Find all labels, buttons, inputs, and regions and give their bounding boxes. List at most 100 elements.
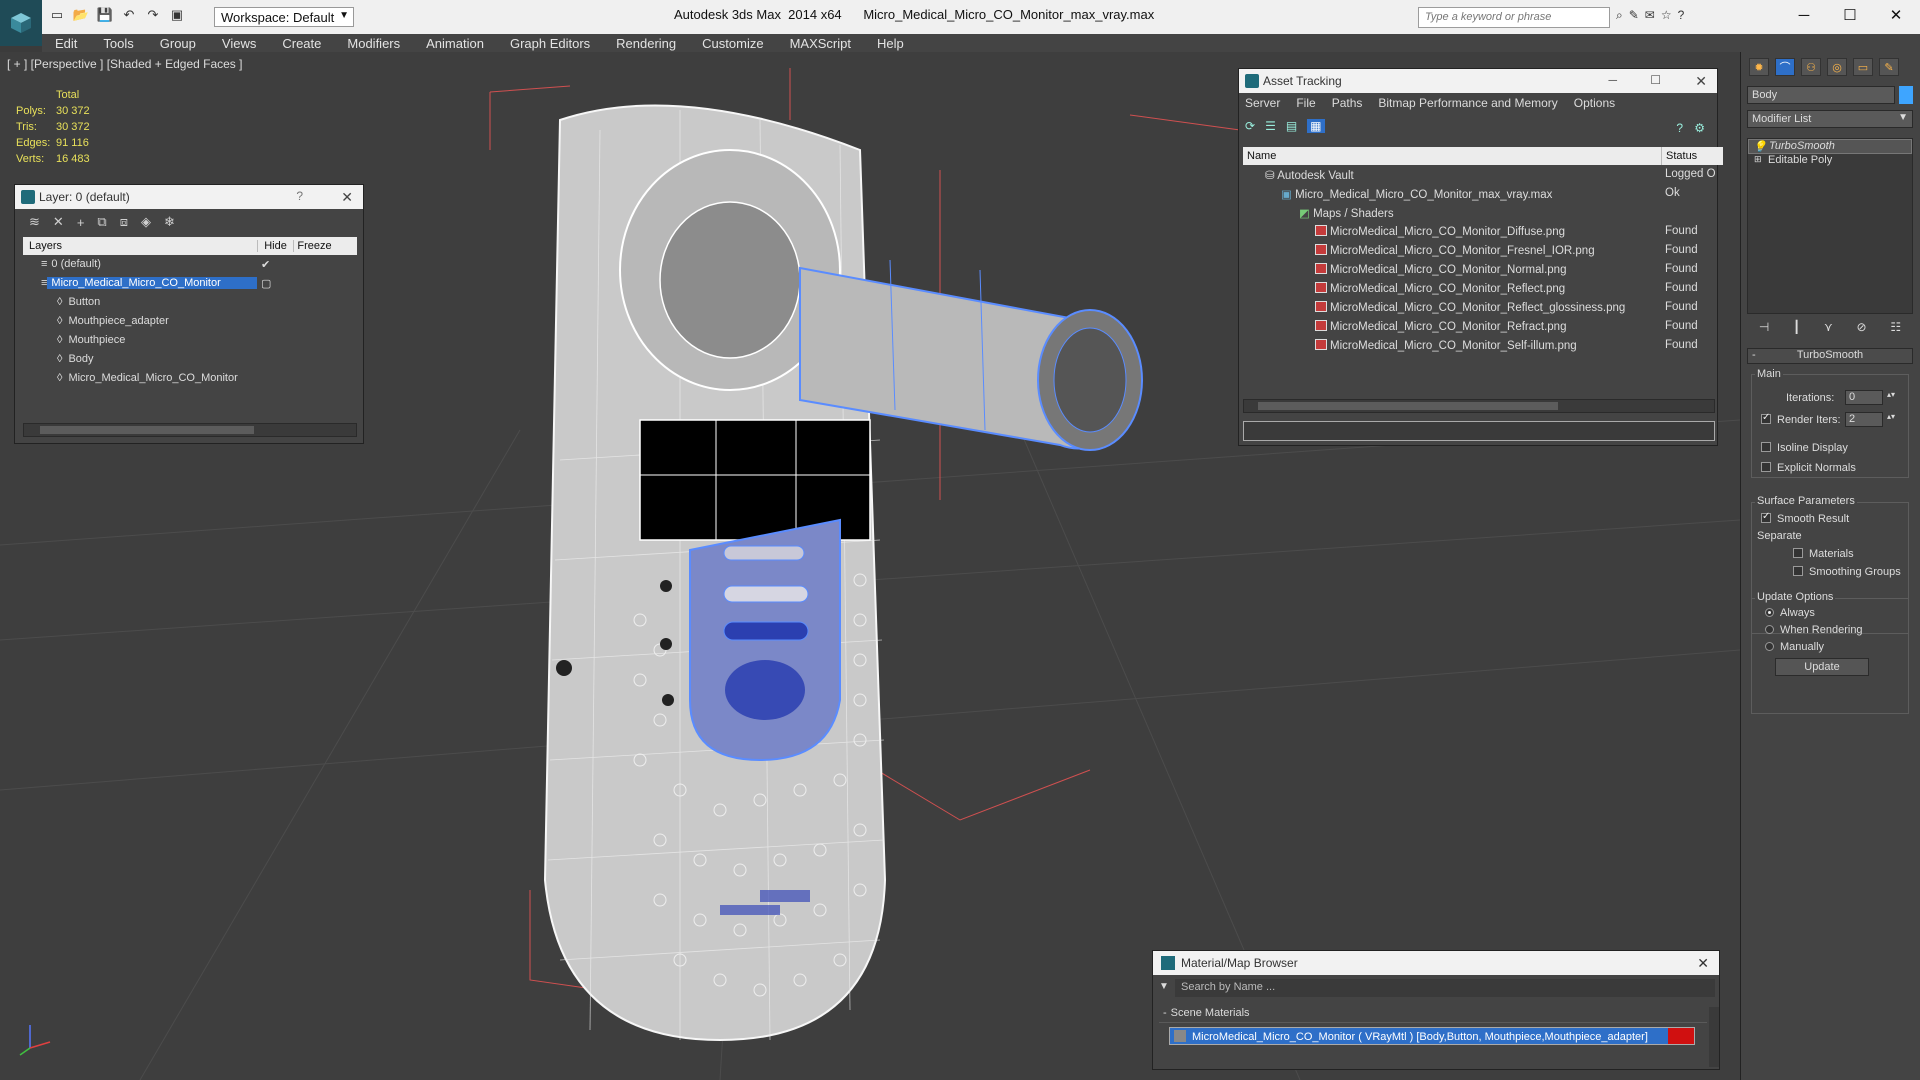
manually-radio[interactable]: Manually <box>1765 641 1824 653</box>
menu-animation[interactable]: Animation <box>413 36 497 51</box>
layer-row[interactable]: ◊ Micro_Medical_Micro_CO_Monitor <box>23 369 357 387</box>
menu-views[interactable]: Views <box>209 36 269 51</box>
vault-help-icon[interactable]: ? <box>1676 121 1683 135</box>
scene-material-item[interactable]: MicroMedical_Micro_CO_Monitor ( VRayMtl … <box>1169 1027 1695 1045</box>
asset-row[interactable]: MicroMedical_Micro_CO_Monitor_Refract.pn… <box>1243 317 1723 336</box>
list-view-icon[interactable]: ☰ <box>1265 119 1276 133</box>
project-folder-icon[interactable]: ▣ <box>168 6 186 24</box>
asset-row[interactable]: MicroMedical_Micro_CO_Monitor_Reflect_gl… <box>1243 298 1723 317</box>
thumbnail-view-icon[interactable]: ▤ <box>1286 119 1297 133</box>
layer-row[interactable]: ◊ Mouthpiece <box>23 331 357 349</box>
create-tab-icon[interactable]: ✹ <box>1749 58 1769 76</box>
asset-row[interactable]: ▣ Micro_Medical_Micro_CO_Monitor_max_vra… <box>1243 184 1723 203</box>
layer-manager-title-bar[interactable]: Layer: 0 (default) ? ✕ <box>15 185 363 209</box>
favorites-icon[interactable]: ☆ <box>1661 8 1672 23</box>
smooth-result-checkbox[interactable]: Smooth Result <box>1761 511 1849 525</box>
maximize-button[interactable]: ☐ <box>1832 4 1868 26</box>
help-icon[interactable]: ? <box>1678 8 1685 23</box>
undo-icon[interactable]: ↶ <box>120 6 138 24</box>
search-input[interactable]: Type a keyword or phrase <box>1418 7 1610 28</box>
spinner-arrows-icon[interactable]: ▴▾ <box>1887 412 1895 421</box>
material-search-input[interactable]: Search by Name ... <box>1175 979 1715 997</box>
menu-modifiers[interactable]: Modifiers <box>334 36 413 51</box>
scene-materials-header[interactable]: - Scene Materials <box>1159 1007 1707 1023</box>
asset-row[interactable]: MicroMedical_Micro_CO_Monitor_Normal.png… <box>1243 260 1723 279</box>
hide-all-icon[interactable]: ◈ <box>141 214 151 230</box>
layer-row[interactable]: ≡ Micro_Medical_Micro_CO_Monitor ▢ <box>23 274 357 292</box>
minimize-icon[interactable]: ─ <box>1608 73 1617 87</box>
select-objects-icon[interactable]: ⧉ <box>97 214 106 230</box>
refresh-icon[interactable]: ⟳ <box>1245 119 1255 133</box>
modifier-list-dropdown[interactable]: Modifier List ▼ <box>1747 110 1913 128</box>
close-icon[interactable]: ✕ <box>341 189 353 206</box>
vault-settings-icon[interactable]: ⚙ <box>1694 121 1705 135</box>
asset-tracking-title-bar[interactable]: Asset Tracking ─ ☐ ✕ <box>1239 69 1717 93</box>
add-layer-icon[interactable]: + <box>77 215 85 230</box>
col-freeze[interactable]: Freeze <box>293 240 335 252</box>
asset-path-field[interactable] <box>1243 421 1715 441</box>
col-layers[interactable]: Layers <box>23 240 257 252</box>
horizontal-scrollbar[interactable] <box>1243 399 1715 413</box>
scrollbar-thumb[interactable] <box>40 426 254 434</box>
col-hide[interactable]: Hide <box>257 240 293 252</box>
communication-icon[interactable]: ✉ <box>1645 8 1655 23</box>
modify-tab-icon[interactable]: ⌒ <box>1775 58 1795 76</box>
asset-menu-bitmap-performance[interactable]: Bitmap Performance and Memory <box>1378 96 1557 110</box>
close-icon[interactable]: ✕ <box>1697 955 1709 972</box>
table-view-icon[interactable]: ▦ <box>1307 119 1325 133</box>
menu-edit[interactable]: Edit <box>42 36 90 51</box>
material-browser-title-bar[interactable]: Material/Map Browser ✕ <box>1153 951 1719 975</box>
motion-tab-icon[interactable]: ◎ <box>1827 58 1847 76</box>
asset-row[interactable]: ⛁ Autodesk Vault Logged O <box>1243 165 1723 184</box>
smoothing-groups-checkbox[interactable]: Smoothing Groups <box>1793 566 1901 578</box>
close-button[interactable]: ✕ <box>1878 4 1914 26</box>
app-logo-button[interactable] <box>0 0 42 46</box>
asset-menu-file[interactable]: File <box>1296 96 1315 110</box>
expand-icon[interactable]: ⊞ <box>1754 154 1762 165</box>
menu-rendering[interactable]: Rendering <box>603 36 689 51</box>
subscription-icon[interactable]: ✎ <box>1629 8 1639 23</box>
vertical-scrollbar[interactable] <box>1709 1007 1719 1067</box>
when-rendering-radio[interactable]: When Rendering <box>1765 624 1863 636</box>
turbosmooth-rollout-header[interactable]: - TurboSmooth <box>1747 348 1913 364</box>
layer-row[interactable]: ◊ Body <box>23 350 357 368</box>
asset-row[interactable]: MicroMedical_Micro_CO_Monitor_Self-illum… <box>1243 336 1723 355</box>
modifier-stack-item[interactable]: 💡 TurboSmooth <box>1748 139 1912 154</box>
redo-icon[interactable]: ↷ <box>144 6 162 24</box>
hierarchy-tab-icon[interactable]: ⚇ <box>1801 58 1821 76</box>
workspace-dropdown[interactable]: Workspace: Default ▼ <box>214 7 354 27</box>
asset-menu-paths[interactable]: Paths <box>1332 96 1363 110</box>
spinner-arrows-icon[interactable]: ▴▾ <box>1887 390 1895 399</box>
scrollbar-thumb[interactable] <box>1258 402 1558 410</box>
pin-stack-icon[interactable]: ⊣ <box>1759 320 1769 334</box>
materials-checkbox[interactable]: Materials <box>1793 548 1854 560</box>
utilities-tab-icon[interactable]: ✎ <box>1879 58 1899 76</box>
binoculars-icon[interactable]: ⌕ <box>1616 8 1623 23</box>
close-icon[interactable]: ✕ <box>1695 73 1707 90</box>
menu-customize[interactable]: Customize <box>689 36 776 51</box>
explicit-normals-checkbox[interactable]: Explicit Normals <box>1761 462 1856 474</box>
asset-menu-server[interactable]: Server <box>1245 96 1280 110</box>
checkbox-icon[interactable]: ▢ <box>261 277 271 290</box>
layer-row[interactable]: ◊ Button <box>23 293 357 311</box>
menu-tools[interactable]: Tools <box>90 36 146 51</box>
open-file-icon[interactable]: 📂 <box>72 6 90 24</box>
menu-group[interactable]: Group <box>147 36 209 51</box>
horizontal-scrollbar[interactable] <box>23 423 357 437</box>
new-file-icon[interactable]: ▭ <box>48 6 66 24</box>
menu-maxscript[interactable]: MAXScript <box>777 36 864 51</box>
isoline-display-checkbox[interactable]: Isoline Display <box>1761 442 1848 454</box>
make-unique-icon[interactable]: ⋎ <box>1824 320 1833 334</box>
show-end-result-icon[interactable]: ┃ <box>1793 320 1800 334</box>
delete-layer-icon[interactable]: ✕ <box>53 214 64 230</box>
object-color-swatch[interactable] <box>1899 86 1913 104</box>
bulb-icon[interactable]: 💡 <box>1753 140 1767 153</box>
browser-options-icon[interactable]: ▼ <box>1159 981 1169 992</box>
col-status[interactable]: Status <box>1661 147 1701 165</box>
help-icon[interactable]: ? <box>296 189 303 203</box>
viewport-label[interactable]: [ + ] [Perspective ] [Shaded + Edged Fac… <box>7 57 242 71</box>
asset-row[interactable]: MicroMedical_Micro_CO_Monitor_Reflect.pn… <box>1243 279 1723 298</box>
menu-graph-editors[interactable]: Graph Editors <box>497 36 603 51</box>
configure-modifier-sets-icon[interactable]: ☷ <box>1890 320 1901 334</box>
remove-modifier-icon[interactable]: ⊘ <box>1857 320 1867 334</box>
